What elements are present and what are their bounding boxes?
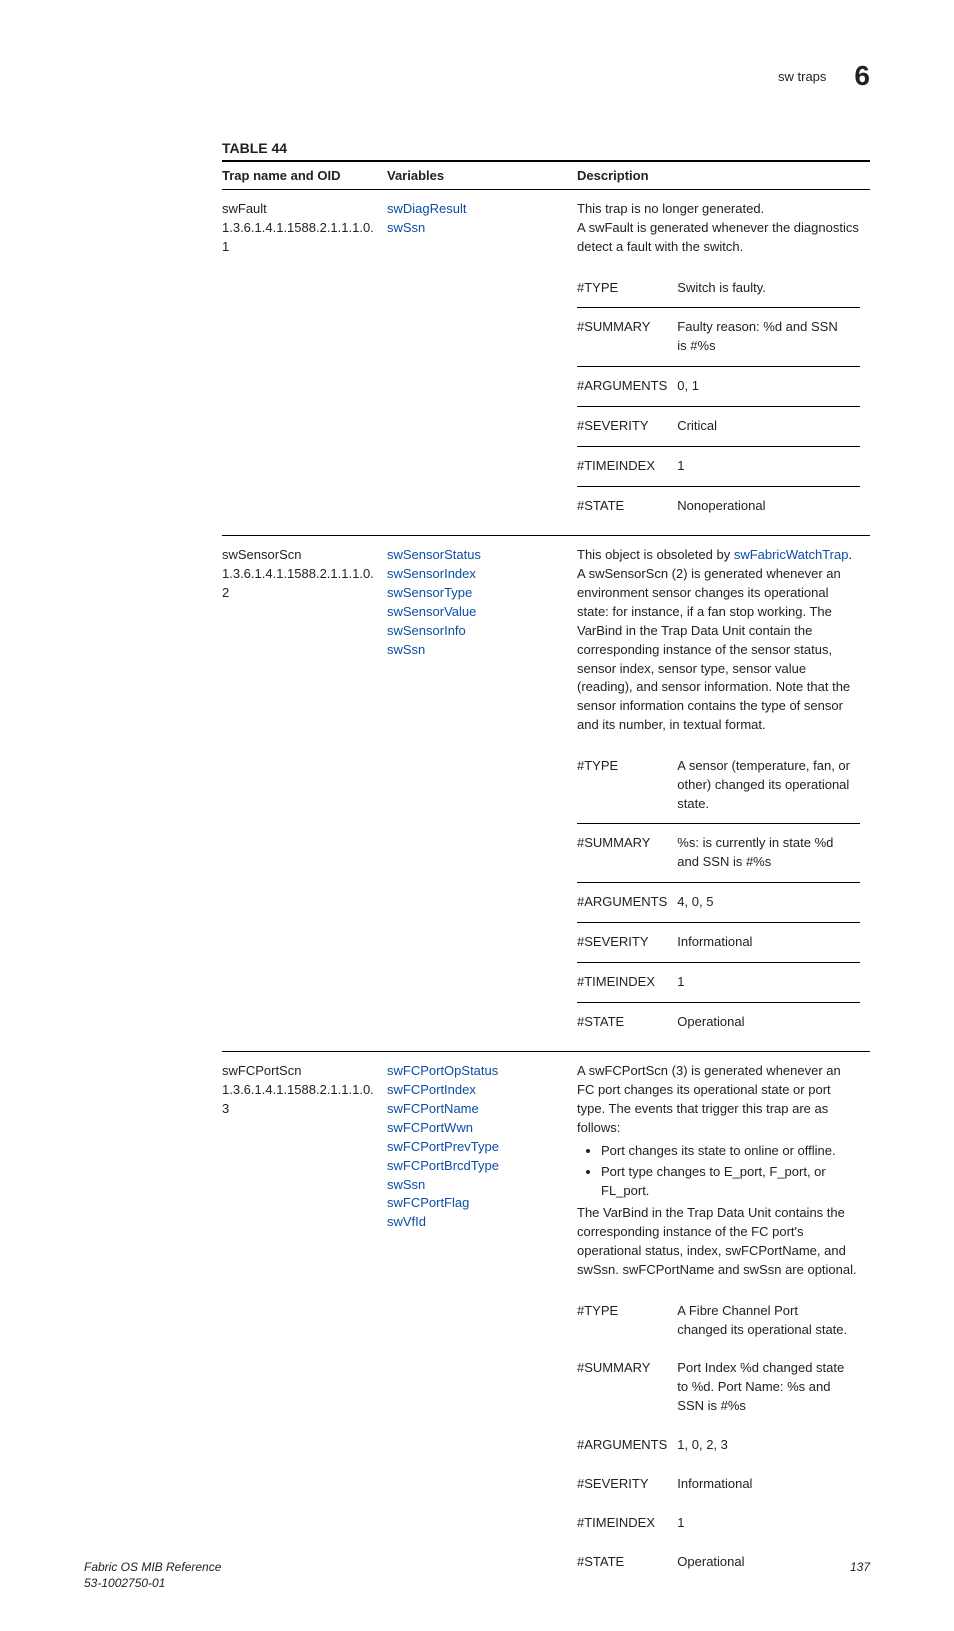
table-row: swSensorScn 1.3.6.1.4.1.1588.2.1.1.1.0.2… [222,536,870,1052]
trap-name: swSensorScn [222,546,377,565]
kv-val: Informational [677,922,860,962]
header-section: sw traps [778,69,826,84]
col-header-trap: Trap name and OID [222,161,387,190]
bullet-list: Port changes its state to online or offl… [577,1142,860,1201]
variable-link[interactable]: swDiagResult [387,200,567,219]
variable-link[interactable]: swFCPortWwn [387,1119,567,1138]
kv-key: #SEVERITY [577,1465,677,1504]
col-header-vars: Variables [387,161,577,190]
variable-link[interactable]: swSensorStatus [387,546,567,565]
trap-oid: 1.3.6.1.4.1.1588.2.1.1.1.0.1 [222,219,377,257]
footer-doc-info: Fabric OS MIB Reference 53-1002750-01 [84,1560,221,1591]
footer-doc-title: Fabric OS MIB Reference [84,1560,221,1574]
kv-key: #TYPE [577,1292,677,1350]
variable-list: swSensorStatus swSensorIndex swSensorTyp… [387,546,567,659]
desc-paragraph: The VarBind in the Trap Data Unit contai… [577,1204,860,1279]
variable-link[interactable]: swSsn [387,219,567,238]
kv-key: #STATE [577,486,677,525]
kv-key: #TYPE [577,269,677,308]
variable-link[interactable]: swSsn [387,1176,567,1195]
kv-key: #SUMMARY [577,824,677,883]
list-item: Port changes its state to online or offl… [601,1142,860,1161]
kv-key: #TIMEINDEX [577,1504,677,1543]
list-item: Port type changes to E_port, F_port, or … [601,1163,860,1201]
kv-key: #TYPE [577,747,677,824]
kv-key: #ARGUMENTS [577,883,677,923]
variable-list: swDiagResult swSsn [387,200,567,238]
desc-paragraph: This trap is no longer generated. A swFa… [577,200,860,257]
desc-text: This object is obsoleted by [577,547,734,562]
trap-table: Trap name and OID Variables Description … [222,160,870,1591]
variable-link[interactable]: swFCPortIndex [387,1081,567,1100]
table-caption: TABLE 44 [222,140,870,156]
desc-paragraph: This object is obsoleted by swFabricWatc… [577,546,860,734]
kv-val: Faulty reason: %d and SSN is #%s [677,308,860,367]
kv-table: #TYPEA sensor (temperature, fan, or othe… [577,747,860,1042]
variable-link[interactable]: swSsn [387,641,567,660]
variable-link[interactable]: swFCPortOpStatus [387,1062,567,1081]
footer-doc-id: 53-1002750-01 [84,1576,165,1590]
kv-key: #SEVERITY [577,406,677,446]
col-header-desc: Description [577,161,870,190]
kv-key: #ARGUMENTS [577,1426,677,1465]
table-row: swFault 1.3.6.1.4.1.1588.2.1.1.1.0.1 swD… [222,190,870,536]
trap-name: swFCPortScn [222,1062,377,1081]
page: sw traps 6 TABLE 44 Trap name and OID Va… [0,0,954,1631]
variable-link[interactable]: swSensorType [387,584,567,603]
footer-page-number: 137 [850,1560,870,1591]
kv-key: #SUMMARY [577,1349,677,1426]
running-header: sw traps 6 [778,60,870,92]
kv-val: A sensor (temperature, fan, or other) ch… [677,747,860,824]
variable-link[interactable]: swVfId [387,1213,567,1232]
variable-link[interactable]: swFCPortPrevType [387,1138,567,1157]
kv-table: #TYPESwitch is faulty. #SUMMARYFaulty re… [577,269,860,526]
variable-list: swFCPortOpStatus swFCPortIndex swFCPortN… [387,1062,567,1232]
kv-val: Critical [677,406,860,446]
kv-val: 4, 0, 5 [677,883,860,923]
kv-val: A Fibre Channel Port changed its operati… [677,1292,860,1350]
kv-val: 1, 0, 2, 3 [677,1426,860,1465]
kv-key: #ARGUMENTS [577,367,677,407]
trap-oid: 1.3.6.1.4.1.1588.2.1.1.1.0.3 [222,1081,377,1119]
kv-val: 0, 1 [677,367,860,407]
kv-key: #SUMMARY [577,308,677,367]
kv-val: Operational [677,1002,860,1041]
kv-val: Informational [677,1465,860,1504]
variable-link[interactable]: swSensorIndex [387,565,567,584]
kv-key: #STATE [577,1002,677,1041]
trap-oid: 1.3.6.1.4.1.1588.2.1.1.1.0.2 [222,565,377,603]
page-footer: Fabric OS MIB Reference 53-1002750-01 13… [84,1560,870,1591]
kv-key: #SEVERITY [577,922,677,962]
kv-val: 1 [677,962,860,1002]
variable-link[interactable]: swSensorValue [387,603,567,622]
variable-link[interactable]: swFCPortFlag [387,1194,567,1213]
kv-table: #TYPEA Fibre Channel Port changed its op… [577,1292,860,1582]
kv-val: Nonoperational [677,486,860,525]
table-row: swFCPortScn 1.3.6.1.4.1.1588.2.1.1.1.0.3… [222,1052,870,1591]
kv-val: Port Index %d changed state to %d. Port … [677,1349,860,1426]
desc-paragraph: A swFCPortScn (3) is generated whenever … [577,1062,860,1137]
trap-name: swFault [222,200,377,219]
header-chapter-number: 6 [854,60,870,92]
kv-key: #TIMEINDEX [577,446,677,486]
kv-val: 1 [677,1504,860,1543]
variable-link[interactable]: swFCPortName [387,1100,567,1119]
desc-text: . A swSensorScn (2) is generated wheneve… [577,547,852,732]
kv-key: #TIMEINDEX [577,962,677,1002]
variable-link[interactable]: swSensorInfo [387,622,567,641]
kv-val: %s: is currently in state %d and SSN is … [677,824,860,883]
variable-link[interactable]: swFCPortBrcdType [387,1157,567,1176]
kv-val: Switch is faulty. [677,269,860,308]
inline-link[interactable]: swFabricWatchTrap [734,547,849,562]
kv-val: 1 [677,446,860,486]
